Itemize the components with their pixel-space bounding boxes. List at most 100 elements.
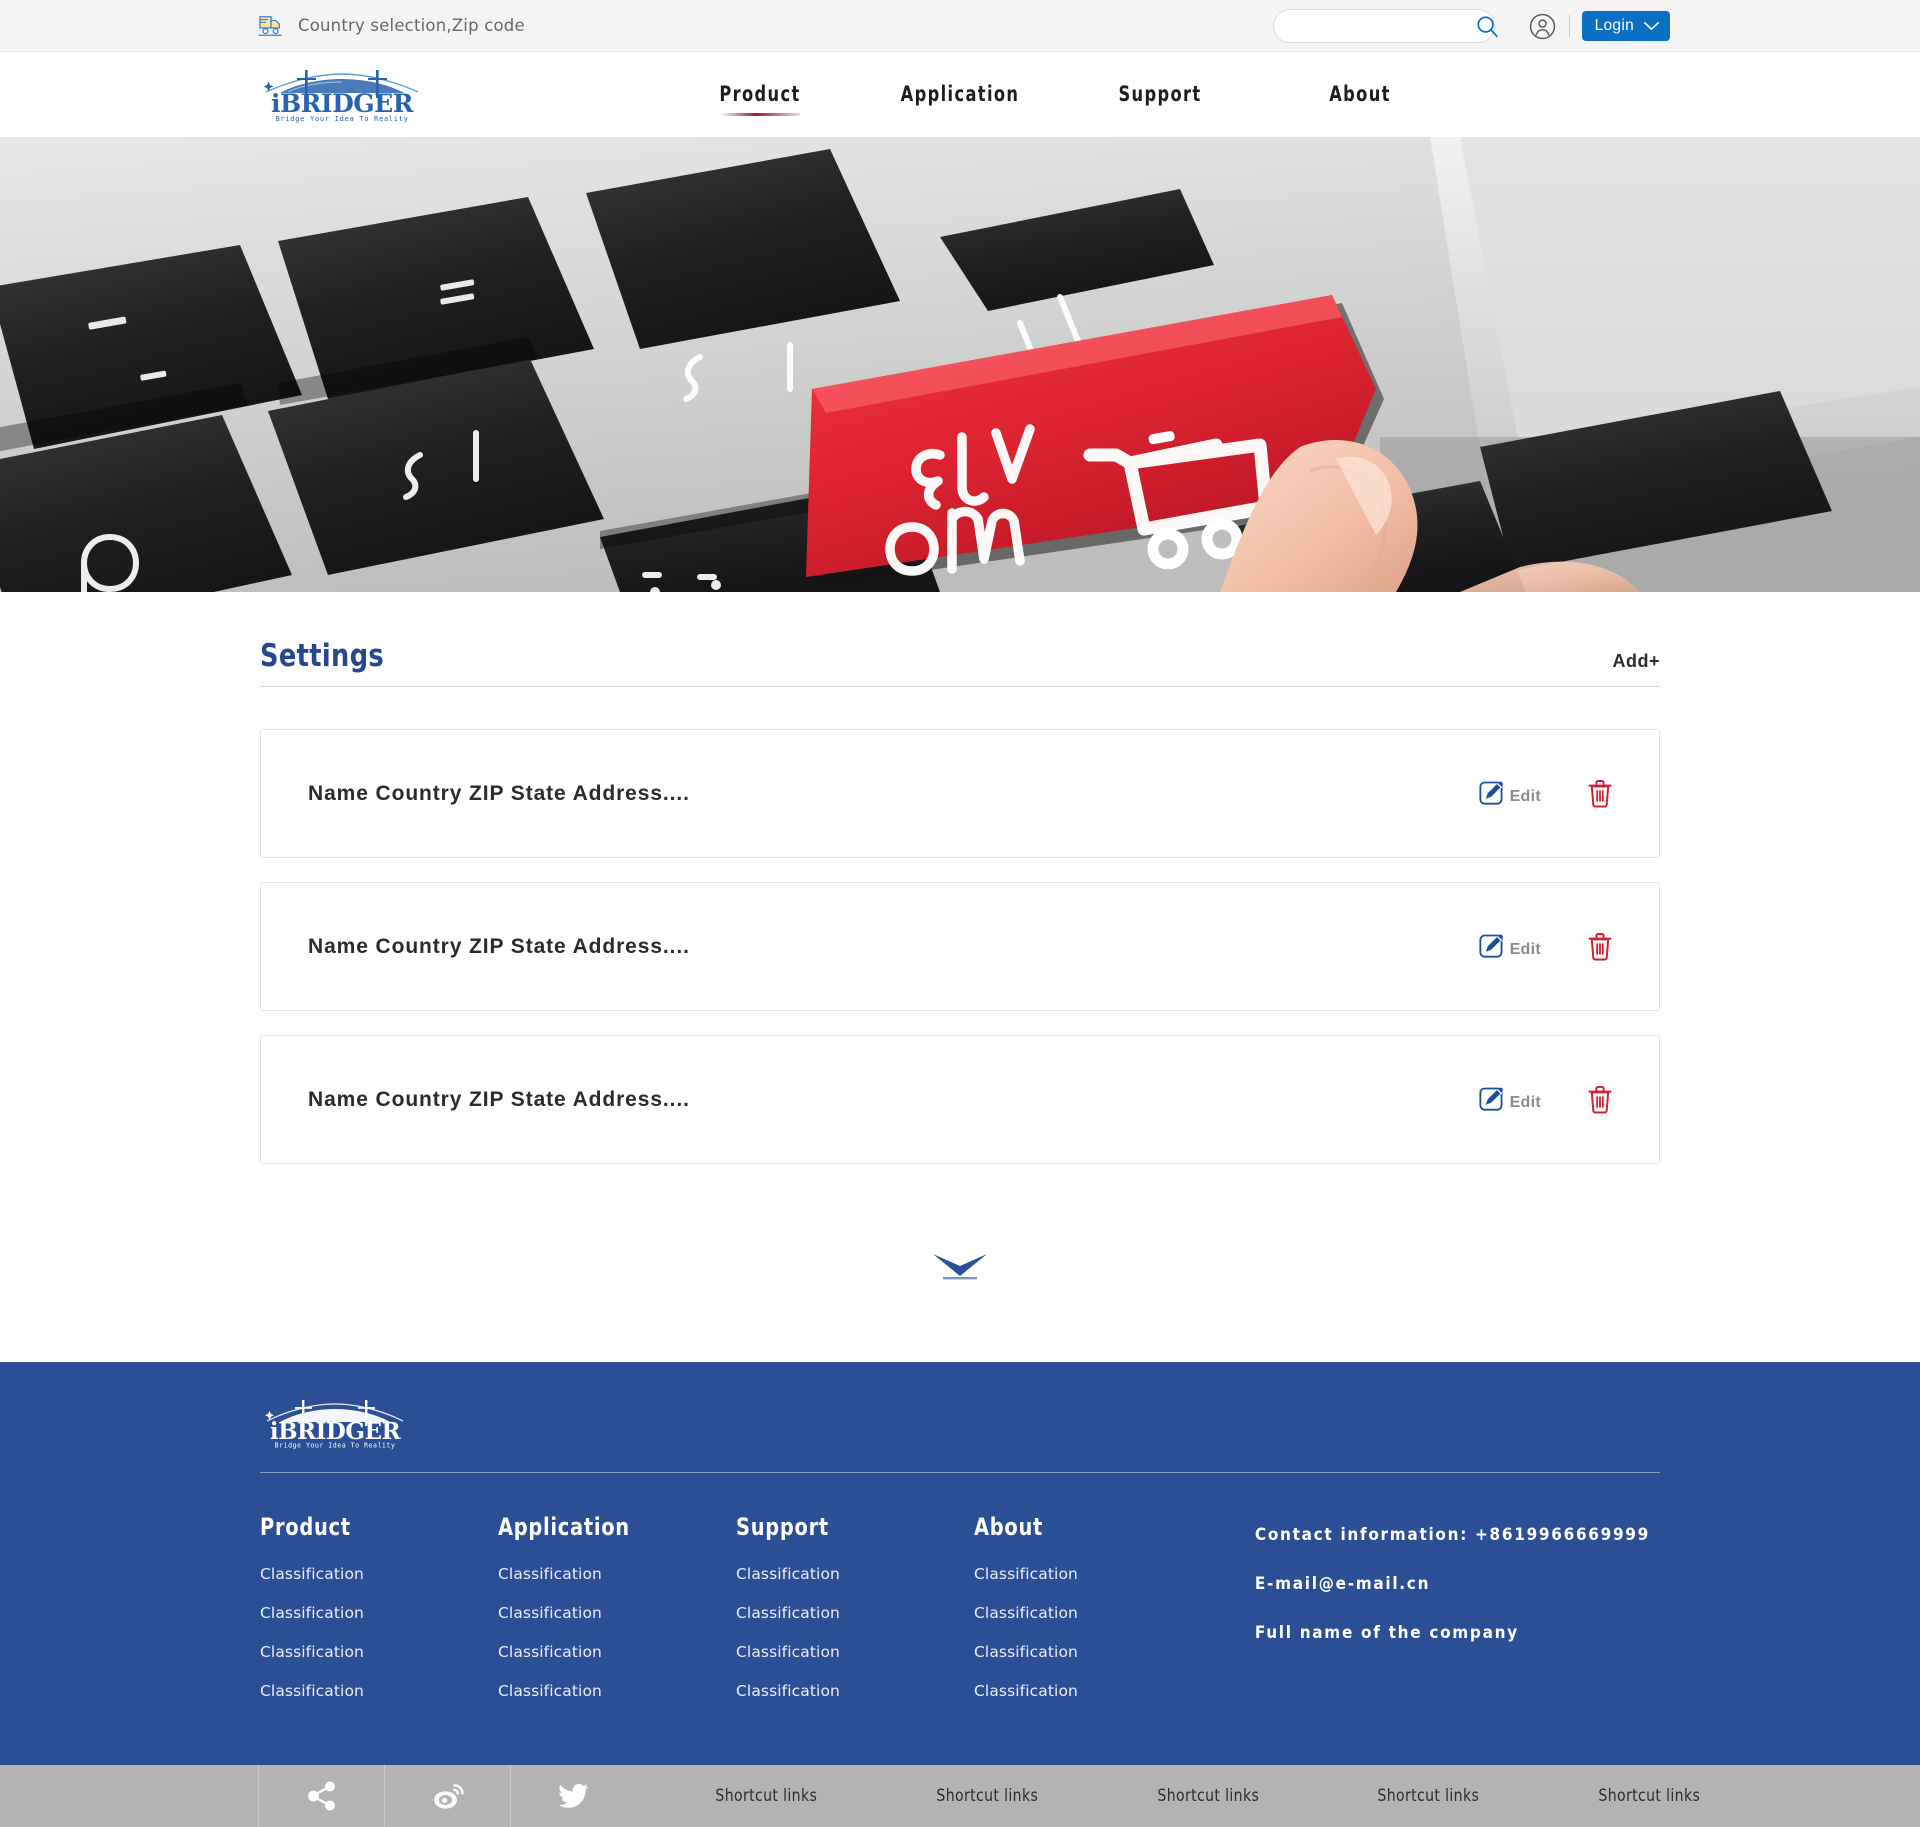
search-box[interactable] (1272, 9, 1498, 43)
bridge-logo-icon: iBRIDGER Bridge Your Idea To Reality (263, 69, 419, 123)
footer-column-title: Product (260, 1513, 351, 1541)
edit-button[interactable]: Edit (1479, 1086, 1541, 1113)
footer-columns: Product Classification Classification Cl… (260, 1473, 1660, 1765)
shipping-text: Country selection,Zip code (298, 16, 525, 35)
chevron-down-icon (931, 1250, 989, 1284)
delete-button[interactable] (1587, 1085, 1613, 1114)
edit-pencil-icon (1479, 780, 1506, 807)
twitter-icon (557, 1779, 591, 1813)
footer-link[interactable]: Classification (736, 1682, 974, 1700)
nav-item-application[interactable]: Application (874, 76, 1046, 114)
footer-link[interactable]: Classification (974, 1682, 1212, 1700)
search-icon[interactable] (1475, 14, 1500, 39)
shortcut-link[interactable]: Shortcut links (936, 1786, 1038, 1806)
address-list: Name Country ZIP State Address.... Edit (260, 729, 1660, 1164)
bridge-logo-icon: iBRIDGER Bridge Your Idea To Reality (265, 1400, 404, 1450)
footer-link[interactable]: Classification (974, 1565, 1212, 1583)
page-title: Settings (260, 638, 385, 674)
weibo-icon (431, 1779, 465, 1813)
edit-pencil-icon (1479, 1086, 1506, 1113)
row-actions: Edit (1479, 1085, 1613, 1114)
company-name: Full name of the company (1254, 1623, 1519, 1643)
address-row[interactable]: Name Country ZIP State Address.... Edit (260, 729, 1660, 858)
keyboard-photo (0, 137, 1920, 592)
footer-column-about: About Classification Classification Clas… (974, 1513, 1212, 1721)
edit-label: Edit (1509, 788, 1541, 805)
edit-button[interactable]: Edit (1479, 780, 1541, 807)
bottom-bar-spacer (0, 1765, 258, 1827)
trash-icon (1587, 932, 1613, 961)
footer-column-title: About (974, 1513, 1044, 1541)
nav-links: Product Application Support About (660, 52, 1460, 137)
footer-link[interactable]: Classification (260, 1643, 498, 1661)
share-icon (305, 1779, 339, 1813)
user-account-icon[interactable] (1529, 13, 1556, 40)
shortcut-link[interactable]: Shortcut links (1598, 1786, 1700, 1806)
top-utility-bar: Country selection,Zip code Login (0, 0, 1920, 52)
footer-link[interactable]: Classification (974, 1604, 1212, 1622)
footer-column-support: Support Classification Classification Cl… (736, 1513, 974, 1721)
social-share-button[interactable] (258, 1765, 384, 1827)
shortcut-link[interactable]: Shortcut links (1378, 1786, 1480, 1806)
address-text: Name Country ZIP State Address.... (308, 1087, 690, 1111)
footer-link[interactable]: Classification (260, 1682, 498, 1700)
site-footer: iBRIDGER Bridge Your Idea To Reality Pro… (0, 1362, 1920, 1765)
bottom-bar: Shortcut links Shortcut links Shortcut l… (0, 1765, 1920, 1827)
footer-link[interactable]: Classification (736, 1604, 974, 1622)
shortcut-link[interactable]: Shortcut links (716, 1786, 818, 1806)
login-label: Login (1594, 17, 1634, 34)
edit-label: Edit (1509, 1094, 1541, 1111)
shortcut-link[interactable]: Shortcut links (1157, 1786, 1259, 1806)
footer-link[interactable]: Classification (974, 1643, 1212, 1661)
address-row[interactable]: Name Country ZIP State Address.... Edit (260, 882, 1660, 1011)
address-row[interactable]: Name Country ZIP State Address.... Edit (260, 1035, 1660, 1164)
delete-button[interactable] (1587, 779, 1613, 808)
load-more-area (260, 1164, 1660, 1362)
settings-section: Settings Add+ Name Country ZIP State Add… (260, 592, 1660, 1362)
brand-logo[interactable]: iBRIDGER Bridge Your Idea To Reality (258, 66, 426, 124)
section-header: Settings Add+ (260, 638, 1660, 687)
contact-email: E-mail@e-mail.cn (1254, 1574, 1431, 1594)
add-button[interactable]: Add+ (1612, 651, 1660, 674)
footer-link[interactable]: Classification (736, 1565, 974, 1583)
shipping-selector[interactable]: Country selection,Zip code (258, 14, 525, 38)
nav-item-support[interactable]: Support (1074, 76, 1246, 114)
nav-item-product[interactable]: Product (674, 76, 846, 114)
trash-icon (1587, 1085, 1613, 1114)
footer-link[interactable]: Classification (260, 1565, 498, 1583)
svg-text:Bridge Your Idea To Reality: Bridge Your Idea To Reality (275, 114, 408, 123)
social-weibo-button[interactable] (384, 1765, 510, 1827)
footer-link[interactable]: Classification (260, 1604, 498, 1622)
hero-banner-image (0, 137, 1920, 592)
svg-text:Bridge Your Idea To Reality: Bridge Your Idea To Reality (275, 1442, 396, 1450)
top-divider (1568, 15, 1570, 37)
footer-column-title: Application (498, 1513, 630, 1541)
footer-column-title: Support (736, 1513, 829, 1541)
shortcut-links: Shortcut links Shortcut links Shortcut l… (636, 1765, 1920, 1827)
footer-link[interactable]: Classification (498, 1604, 736, 1622)
contact-phone: Contact information: +8619966669999 (1254, 1525, 1650, 1545)
footer-link[interactable]: Classification (736, 1643, 974, 1661)
load-more-button[interactable] (931, 1250, 989, 1284)
address-text: Name Country ZIP State Address.... (308, 781, 690, 805)
search-input[interactable] (1287, 11, 1469, 41)
edit-label: Edit (1509, 941, 1541, 958)
footer-logo[interactable]: iBRIDGER Bridge Your Idea To Reality (260, 1386, 1660, 1472)
footer-column-product: Product Classification Classification Cl… (260, 1513, 498, 1721)
row-actions: Edit (1479, 932, 1613, 961)
footer-link[interactable]: Classification (498, 1682, 736, 1700)
social-twitter-button[interactable] (510, 1765, 636, 1827)
nav-item-about[interactable]: About (1274, 76, 1446, 114)
login-button[interactable]: Login (1581, 11, 1670, 41)
main-navigation-bar: iBRIDGER Bridge Your Idea To Reality Pro… (0, 52, 1920, 137)
row-actions: Edit (1479, 779, 1613, 808)
edit-pencil-icon (1479, 933, 1506, 960)
edit-button[interactable]: Edit (1479, 933, 1541, 960)
footer-link[interactable]: Classification (498, 1565, 736, 1583)
chevron-down-icon (1643, 21, 1660, 31)
footer-column-application: Application Classification Classificatio… (498, 1513, 736, 1721)
delete-button[interactable] (1587, 932, 1613, 961)
footer-link[interactable]: Classification (498, 1643, 736, 1661)
page-root: Country selection,Zip code Login iBRIDGE… (0, 0, 1920, 1827)
delivery-truck-icon (258, 14, 284, 38)
